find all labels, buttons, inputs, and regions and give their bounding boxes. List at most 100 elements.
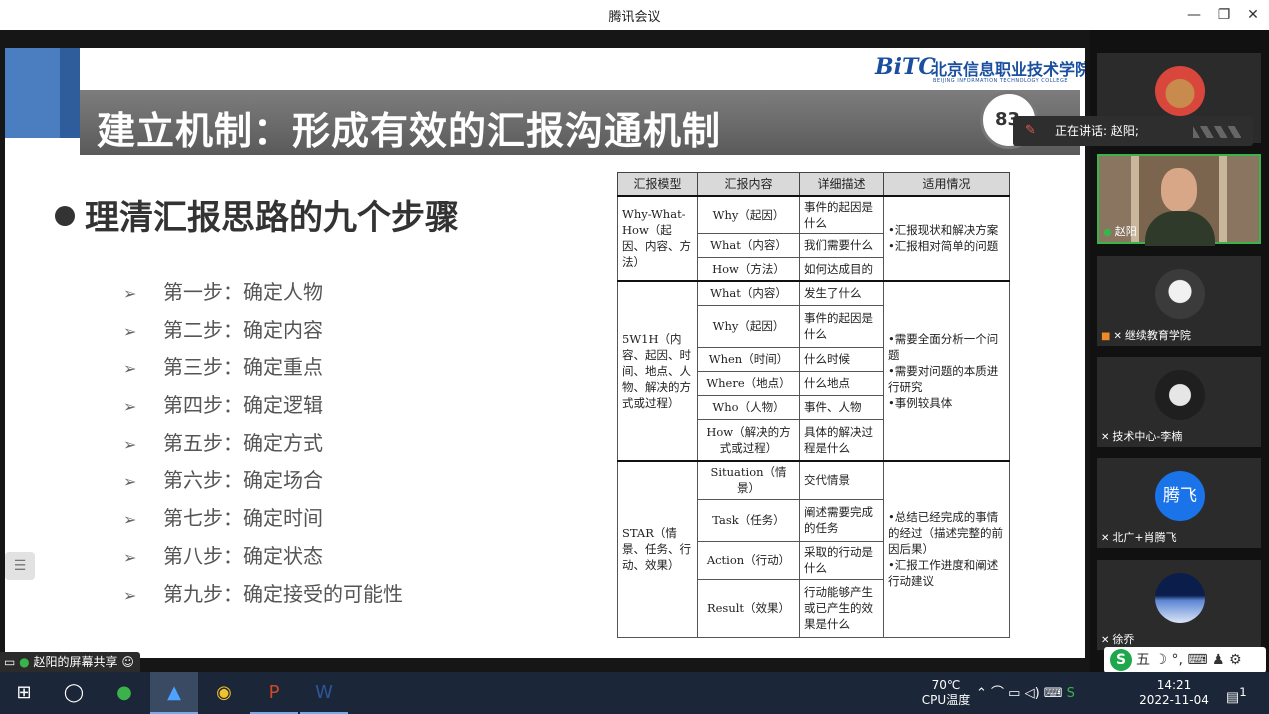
- windows-start-button[interactable]: ⊞: [0, 672, 48, 714]
- arrow-bullet-icon: ➢: [123, 397, 137, 417]
- step-item: ➢ 第五步：确定方式: [123, 430, 323, 455]
- step-item: ➢ 第七步：确定时间: [123, 506, 323, 531]
- logo-chinese-name: 北京信息职业技术学院: [931, 60, 1085, 79]
- model-cell: 5W1H（内容、起因、时间、地点、人物、解决的方式或过程）: [617, 280, 698, 462]
- text-avatar: 腾飞: [1155, 471, 1205, 521]
- step-item: ➢ 第一步：确定人物: [123, 280, 323, 304]
- table-header-cell: 适用情况: [883, 172, 1010, 196]
- share-label-text: 赵阳的屏幕共享: [33, 655, 118, 669]
- notification-icon[interactable]: ▤1: [1226, 685, 1247, 706]
- clock-date: 2022-11-04: [1139, 693, 1209, 707]
- chrome-icon[interactable]: ◉: [200, 672, 248, 714]
- description-cell: 行动能够产生或已产生的效果是什么: [799, 578, 884, 638]
- restore-button[interactable]: ❐: [1213, 4, 1235, 26]
- content-cell: How（解决的方式或过程）: [697, 418, 800, 462]
- window-title: 腾讯会议: [608, 10, 661, 25]
- mic-muted-icon: ✕: [1101, 432, 1110, 443]
- description-cell: 什么时候: [799, 346, 884, 372]
- step-item: ➢ 第九步：确定接受的可能性: [123, 581, 403, 606]
- minimize-button[interactable]: —: [1183, 4, 1205, 26]
- logo-bitc: BiTC: [875, 54, 936, 80]
- screen-share-label[interactable]: ▭ ● 赵阳的屏幕共享 ☺: [0, 652, 140, 672]
- table-header-cell: 详细描述: [799, 172, 884, 196]
- description-cell: 阐述需要完成的任务: [799, 498, 884, 542]
- participant-tile[interactable]: ✕ 技术中心-李楠: [1097, 357, 1261, 447]
- content-cell: When（时间）: [697, 346, 800, 372]
- arrow-bullet-icon: ➢: [123, 434, 137, 454]
- usage-cell: •需要全面分析一个问题 •需要对问题的本质进行研究 •事例较具体: [883, 280, 1010, 462]
- description-cell: 如何达成目的: [799, 256, 884, 282]
- participant-tile[interactable]: 腾飞 ✕ 北广+肖腾飞: [1097, 458, 1261, 548]
- content-cell: What（内容）: [697, 280, 800, 306]
- bullet-heading: 理清汇报思路的九个步骤: [55, 190, 459, 239]
- search-icon[interactable]: ◯: [50, 672, 98, 714]
- participant-tile[interactable]: ■ ✕ 继续教育学院: [1097, 256, 1261, 346]
- model-cell: STAR（情景、任务、行动、效果）: [617, 460, 698, 638]
- word-icon[interactable]: W: [300, 672, 348, 714]
- arrow-bullet-icon: ➢: [123, 585, 137, 605]
- robot-avatar: [1155, 370, 1205, 420]
- step-item: ➢ 第六步：确定场合: [123, 468, 323, 493]
- steps-list: ➢ 第一步：确定人物 ➢ 第二步：确定内容 ➢ 第三步：确定重点 ➢ 第四步：确定逻辑 …: [123, 276, 403, 615]
- participant-label: ✕ 北广+肖腾飞: [1101, 531, 1177, 544]
- content-cell: What（内容）: [697, 232, 800, 258]
- step-item: ➢ 第八步：确定状态: [123, 543, 323, 568]
- description-cell: 事件、人物: [799, 394, 884, 420]
- notification-count: 1: [1239, 685, 1247, 699]
- step-item: ➢ 第二步：确定内容: [123, 317, 323, 342]
- step-item: ➢ 第四步：确定逻辑: [123, 393, 323, 418]
- participant-tile[interactable]: ✕ 徐乔: [1097, 560, 1261, 650]
- mic-muted-icon: ✕: [1101, 533, 1110, 544]
- tencent-meeting-icon[interactable]: ▲: [150, 672, 198, 714]
- participant-tile-active[interactable]: ● 赵阳: [1097, 154, 1261, 246]
- list-icon: ☰: [13, 558, 27, 574]
- close-button[interactable]: ✕: [1242, 4, 1264, 26]
- college-logo: BiTC 北京信息职业技术学院 BEIJING INFORMATION TECH…: [875, 54, 1085, 88]
- side-menu-toggle[interactable]: ☰: [5, 552, 35, 580]
- input-method-toolbar[interactable]: S五 ☽ °, ⌨ ♟ ⚙: [1104, 647, 1266, 673]
- content-cell: Task（任务）: [697, 498, 800, 542]
- content-cell: Why（起因）: [697, 194, 800, 234]
- content-cell: How（方法）: [697, 256, 800, 282]
- description-cell: 什么地点: [799, 370, 884, 396]
- arrow-bullet-icon: ➢: [123, 472, 137, 492]
- share-screen-icon: ▭: [4, 655, 16, 669]
- participant-label: ✕ 技术中心-李楠: [1101, 430, 1183, 443]
- description-cell: 采取的行动是什么: [799, 540, 884, 580]
- table-header-cell: 汇报模型: [617, 172, 698, 196]
- model-cell: Why-What-How（起因、内容、方法）: [617, 194, 698, 282]
- content-cell: Result（效果）: [697, 578, 800, 638]
- sogou-tray-icon: S: [1066, 686, 1075, 701]
- cpu-temperature: 70℃ CPU温度: [921, 678, 971, 707]
- tray-icons[interactable]: ⌃ ⌒ ▭ ◁) ⌨ S: [976, 686, 1075, 701]
- presentation-slide: 建立机制：形成有效的汇报沟通机制 83 BiTC 北京信息职业技术学院 BEIJ…: [5, 48, 1085, 658]
- slide-title: 建立机制：形成有效的汇报沟通机制: [97, 109, 722, 153]
- slide-decoration-dark: [60, 48, 80, 138]
- bullet-dot-icon: [55, 205, 75, 226]
- mic-icon: ✎: [1025, 123, 1036, 138]
- description-cell: 发生了什么: [799, 280, 884, 306]
- window-titlebar: 腾讯会议 — ❐ ✕: [0, 0, 1269, 30]
- content-cell: Where（地点）: [697, 370, 800, 396]
- mic-active-icon: ●: [1103, 227, 1112, 238]
- heading-text: 理清汇报思路的九个步骤: [85, 198, 459, 238]
- description-cell: 具体的解决过程是什么: [799, 418, 884, 462]
- step-item: ➢ 第三步：确定重点: [123, 355, 323, 380]
- arrow-bullet-icon: ➢: [123, 547, 137, 567]
- teddy-bear-avatar: [1155, 66, 1205, 116]
- wechat-icon[interactable]: ●: [100, 672, 148, 714]
- usage-cell: •总结已经完成的事情的经过（描述完整的前因后果） •汇报工作进度和阐述行动建议: [883, 460, 1010, 638]
- table-row: 5W1H（内容、起因、时间、地点、人物、解决的方式或过程） What（内容） 发…: [617, 280, 1010, 462]
- content-cell: Who（人物）: [697, 394, 800, 420]
- participant-label: ■ ✕ 继续教育学院: [1101, 329, 1191, 342]
- audio-wave-icon: [1193, 126, 1241, 138]
- arrow-bullet-icon: ➢: [123, 510, 137, 530]
- usage-cell: •汇报现状和解决方案 •汇报相对简单的问题: [883, 194, 1010, 282]
- powerpoint-icon[interactable]: P: [250, 672, 298, 714]
- cartoon-man-avatar: [1155, 269, 1205, 319]
- arrow-bullet-icon: ➢: [123, 359, 137, 379]
- mic-muted-icon: ✕: [1101, 635, 1110, 646]
- clock[interactable]: 14:21 2022-11-04: [1138, 678, 1210, 708]
- participant-label: ● 赵阳: [1103, 225, 1137, 238]
- arrow-bullet-icon: ➢: [123, 321, 137, 341]
